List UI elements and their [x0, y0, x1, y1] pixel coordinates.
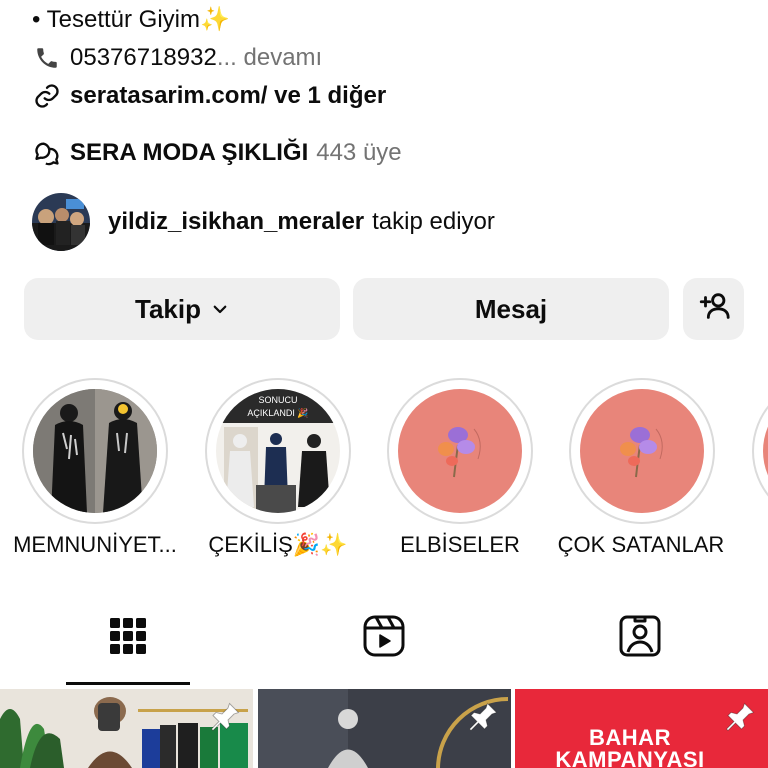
highlight-4[interactable] [569, 378, 715, 524]
post-2[interactable] [258, 689, 511, 768]
phone-icon [32, 43, 62, 73]
tab-reels[interactable] [354, 612, 414, 664]
broadcast-channel[interactable]: SERA MODA ŞIKLIĞI 443 üye [32, 137, 402, 169]
follow-button-label: Takip [135, 293, 201, 324]
suggest-people-button[interactable] [683, 278, 744, 340]
post-3[interactable]: BAHAR KAMPANYASI [515, 689, 768, 768]
highlight-1-cover [33, 389, 157, 513]
message-button-label: Mesaj [474, 293, 548, 324]
link-icon [32, 81, 62, 111]
highlight-4-label[interactable]: ÇOK SATANLAR [548, 530, 734, 560]
more-link[interactable]: ... devamı [217, 42, 322, 74]
message-button[interactable]: Mesaj [353, 278, 669, 340]
tagged-icon [618, 614, 662, 663]
reels-icon [362, 614, 406, 663]
follower-username[interactable]: yildiz_isikhan_meraler [108, 208, 364, 236]
active-tab-indicator [66, 682, 190, 685]
bio-link-line[interactable]: seratasarim.com/ ve 1 diğer [32, 80, 386, 112]
bio-phone-line[interactable]: 05376718932 ... devamı [32, 42, 322, 74]
highlight-4-cover [580, 389, 704, 513]
follow-button[interactable]: Takip [24, 278, 340, 340]
chevron-down-icon [211, 300, 229, 318]
tab-tagged[interactable] [610, 612, 670, 664]
highlight-2-label[interactable]: ÇEKİLİŞ🎉✨ [186, 530, 370, 560]
highlight-2[interactable]: SONUCU AÇIKLANDI 🎉 [205, 378, 351, 524]
pin-icon [722, 699, 758, 735]
tab-posts[interactable] [98, 612, 158, 664]
highlight-1[interactable] [22, 378, 168, 524]
website-link[interactable]: seratasarim.com/ ve 1 diğer [70, 80, 386, 112]
highlight-2-cover: SONUCU AÇIKLANDI 🎉 [216, 389, 340, 513]
highlight-2-caption-line1: SONUCU [258, 395, 297, 405]
highlight-3-label[interactable]: ELBİSELER [370, 530, 550, 560]
promo-text: BAHAR KAMPANYASI [555, 725, 705, 768]
phone-number[interactable]: 05376718932 [70, 42, 217, 74]
followed-by[interactable]: yildiz_isikhan_meraler takip ediyor [32, 192, 495, 252]
bio-category-text: • Tesettür Giyim✨ [32, 6, 230, 33]
highlight-3-cover [398, 389, 522, 513]
channel-icon [32, 138, 62, 168]
pin-icon [465, 699, 501, 735]
highlight-2-caption-line2: AÇIKLANDI 🎉 [247, 407, 308, 419]
bio-category: • Tesettür Giyim✨ [32, 4, 230, 36]
channel-name[interactable]: SERA MODA ŞIKLIĞI [70, 137, 308, 169]
highlight-3[interactable] [387, 378, 533, 524]
post-1[interactable] [0, 689, 253, 768]
highlight-1-label[interactable]: MEMNUNİYET... [2, 530, 188, 560]
pin-icon [207, 699, 243, 735]
follower-avatar[interactable] [32, 193, 90, 251]
grid-icon [110, 617, 146, 659]
channel-members: 443 üye [316, 139, 402, 166]
highlight-5-partial[interactable] [752, 378, 768, 524]
add-person-icon [697, 289, 731, 330]
follower-suffix: takip ediyor [372, 208, 495, 235]
